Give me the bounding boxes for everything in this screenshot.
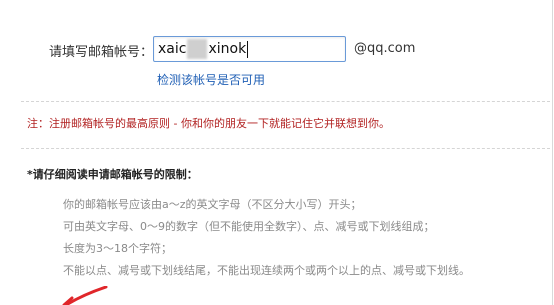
rule-item: 你的邮箱帐号应该由a～z的英文字母（不区分大小写）开头； [63, 198, 362, 211]
email-input-suffix: xinok [208, 41, 247, 57]
rules-title: *请仔细阅读申请邮箱帐号的限制： [27, 168, 198, 181]
redacted-blur [187, 39, 208, 59]
registration-panel: 请填写邮箱帐号： xaic xinok @qq.com 检测该帐号是否可用 注：注… [0, 0, 553, 305]
email-input[interactable]: xaic xinok [153, 36, 346, 62]
rule-item: 不能以点、减号或下划线结尾，不能出现连续两个或两个以上的点、减号或下划线。 [63, 264, 470, 277]
email-row: 请填写邮箱帐号： xaic xinok @qq.com 检测该帐号是否可用 [0, 0, 554, 100]
text-caret [247, 41, 249, 58]
rules-list: 你的邮箱帐号应该由a～z的英文字母（不区分大小写）开头； 可由英文字母、0～9的… [63, 194, 470, 282]
divider [21, 148, 550, 149]
email-domain-suffix: @qq.com [354, 41, 416, 56]
red-arrow-annotation-icon [62, 286, 108, 305]
check-availability-link[interactable]: 检测该帐号是否可用 [157, 71, 265, 88]
rule-item: 可由英文字母、0～9的数字（但不能使用全数字）、点、减号或下划线组成； [63, 220, 435, 233]
registration-note: 注：注册邮箱帐号的最高原则 - 你和你的朋友一下就能记住它并联想到你。 [27, 117, 390, 130]
email-label: 请填写邮箱帐号： [49, 45, 154, 60]
rule-item: 长度为3～18个字符； [63, 242, 172, 255]
divider [21, 101, 550, 102]
email-input-prefix: xaic [158, 41, 187, 57]
